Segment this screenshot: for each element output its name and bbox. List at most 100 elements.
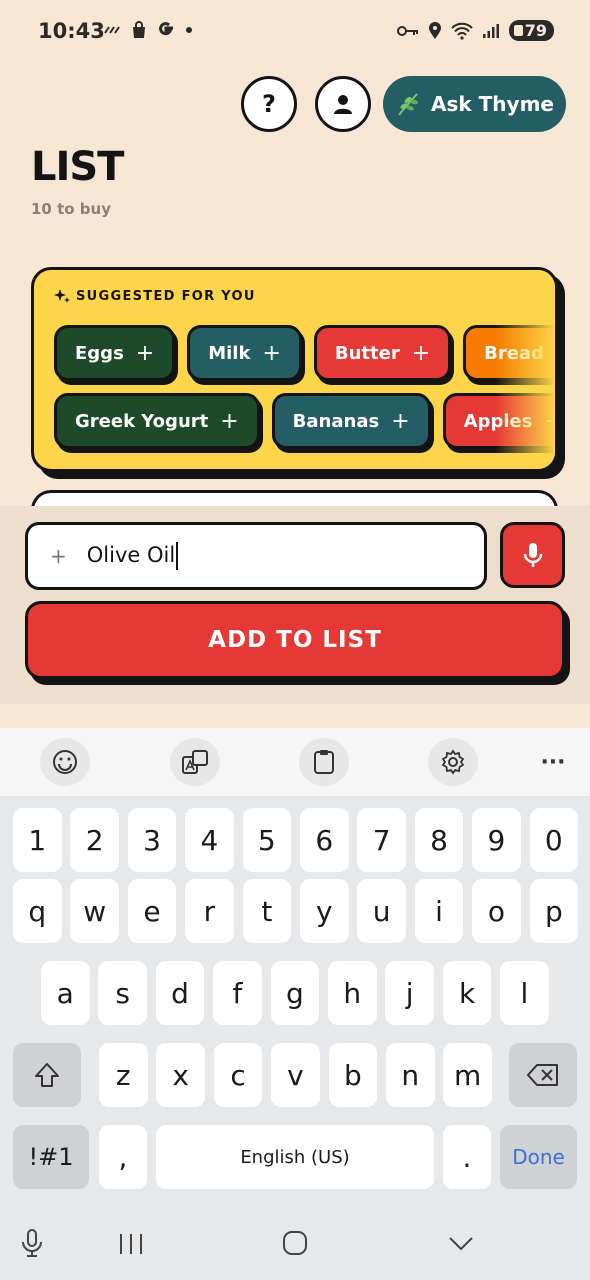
emoji-icon[interactable] <box>40 738 90 786</box>
suggestion-chip[interactable]: Apples + <box>442 393 555 449</box>
suggestion-chip[interactable]: Bananas + <box>271 393 431 449</box>
key-4[interactable]: 4 <box>185 808 234 872</box>
shift-icon <box>35 1063 59 1087</box>
text-cursor <box>176 542 179 570</box>
key-b[interactable]: b <box>328 1043 378 1107</box>
plus-icon: + <box>135 340 155 366</box>
voice-input-button[interactable] <box>500 522 565 588</box>
key-e[interactable]: e <box>127 879 177 943</box>
suggestion-chip[interactable]: Bread + <box>463 325 558 381</box>
items-count: 10 to buy <box>31 200 111 218</box>
key-7[interactable]: 7 <box>357 808 406 872</box>
suggestion-chip-label: Greek Yogurt <box>75 410 209 432</box>
signal-icon <box>482 23 499 38</box>
backspace-key[interactable] <box>509 1043 577 1107</box>
suggestion-chip[interactable]: Eggs + <box>54 325 176 381</box>
key-z[interactable]: z <box>99 1043 148 1107</box>
settings-icon[interactable] <box>428 738 478 786</box>
key-icon <box>396 25 418 36</box>
plus-icon: + <box>411 340 431 366</box>
recent-apps-icon[interactable] <box>118 1232 144 1256</box>
key-s[interactable]: s <box>98 961 147 1025</box>
key-x[interactable]: x <box>156 1043 205 1107</box>
key-c[interactable]: c <box>213 1043 263 1107</box>
missed-call-icon <box>104 26 120 34</box>
key-t[interactable]: t <box>242 879 292 943</box>
plus-icon: + <box>50 544 67 568</box>
plus-icon: + <box>556 341 558 366</box>
status-bar: 10:43 79 <box>0 0 590 64</box>
page-title: LIST <box>31 144 124 190</box>
more-icon[interactable]: ··· <box>528 746 578 778</box>
key-1[interactable]: 1 <box>13 808 62 872</box>
battery-indicator: 79 <box>508 20 554 41</box>
google-icon <box>159 22 173 36</box>
shift-key[interactable] <box>13 1043 81 1107</box>
translate-icon[interactable] <box>170 738 220 786</box>
suggestion-chip-label: Butter <box>334 342 400 364</box>
key-k[interactable]: k <box>442 961 492 1025</box>
suggestion-chip-label: Milk <box>208 342 251 364</box>
period-key[interactable]: . <box>443 1125 491 1189</box>
battery-level: 79 <box>524 21 547 40</box>
location-icon <box>428 21 441 39</box>
key-f[interactable]: f <box>213 961 262 1025</box>
keyboard-toolbar: ··· <box>0 728 590 796</box>
comma-key[interactable]: , <box>99 1125 147 1189</box>
key-p[interactable]: p <box>529 879 579 943</box>
key-6[interactable]: 6 <box>300 808 349 872</box>
add-to-list-button[interactable]: ADD TO LIST <box>25 601 565 679</box>
suggestion-chip[interactable]: Greek Yogurt + <box>54 393 260 449</box>
ask-thyme-button[interactable]: Ask Thyme <box>383 76 566 132</box>
plus-icon: + <box>262 340 281 366</box>
plus-icon: + <box>544 409 555 434</box>
key-v[interactable]: v <box>271 1043 320 1107</box>
key-5[interactable]: 5 <box>242 808 292 872</box>
key-h[interactable]: h <box>328 961 377 1025</box>
suggestions-heading-text: SUGGESTED FOR YOU <box>76 288 256 304</box>
key-o[interactable]: o <box>472 879 521 943</box>
key-0[interactable]: 0 <box>529 808 579 872</box>
navigation-bar <box>0 1206 590 1280</box>
key-g[interactable]: g <box>270 961 320 1025</box>
clipboard-icon[interactable] <box>299 738 349 786</box>
keyboard: 1 2 3 4 5 6 7 8 9 0 q w e r t y u i o p a s d f g h j k l z x c v b n m !#1,… <box>0 796 590 1206</box>
help-button[interactable]: ? <box>241 76 297 132</box>
key-y[interactable]: y <box>300 879 349 943</box>
key-q[interactable]: q <box>13 879 62 943</box>
key-m[interactable]: m <box>443 1043 492 1107</box>
suggestion-chip-label: Bananas <box>292 410 380 432</box>
key-3[interactable]: 3 <box>127 808 177 872</box>
key-j[interactable]: j <box>385 961 434 1025</box>
item-input[interactable]: + Olive Oil <box>25 522 487 590</box>
key-w[interactable]: w <box>70 879 119 943</box>
done-key[interactable]: Done <box>500 1125 577 1189</box>
status-time: 10:43 <box>38 19 105 43</box>
key-u[interactable]: u <box>357 879 406 943</box>
ask-thyme-label: Ask Thyme <box>431 92 554 116</box>
key-a[interactable]: a <box>41 961 90 1025</box>
key-r[interactable]: r <box>185 879 234 943</box>
home-icon[interactable] <box>282 1230 308 1256</box>
suggestion-chip-label: Eggs <box>75 342 124 364</box>
key-i[interactable]: i <box>414 879 464 943</box>
suggestion-chip[interactable]: Milk + <box>187 325 302 381</box>
microphone-icon[interactable] <box>20 1228 44 1258</box>
shopping-bag-icon <box>133 21 145 38</box>
key-2[interactable]: 2 <box>70 808 119 872</box>
key-9[interactable]: 9 <box>472 808 521 872</box>
suggestion-chip[interactable]: Butter + <box>313 325 452 381</box>
dot-icon <box>186 27 192 33</box>
key-8[interactable]: 8 <box>414 808 464 872</box>
plus-icon: + <box>220 408 239 434</box>
symbols-key[interactable]: !#1 <box>13 1125 89 1189</box>
backspace-icon <box>527 1064 558 1086</box>
key-l[interactable]: l <box>500 961 549 1025</box>
sparkle-icon <box>54 289 70 303</box>
key-d[interactable]: d <box>155 961 205 1025</box>
space-key[interactable]: English (US) <box>156 1125 434 1189</box>
chevron-down-icon[interactable] <box>448 1236 474 1252</box>
key-n[interactable]: n <box>386 1043 435 1107</box>
microphone-icon <box>523 543 542 567</box>
profile-button[interactable] <box>315 76 371 132</box>
